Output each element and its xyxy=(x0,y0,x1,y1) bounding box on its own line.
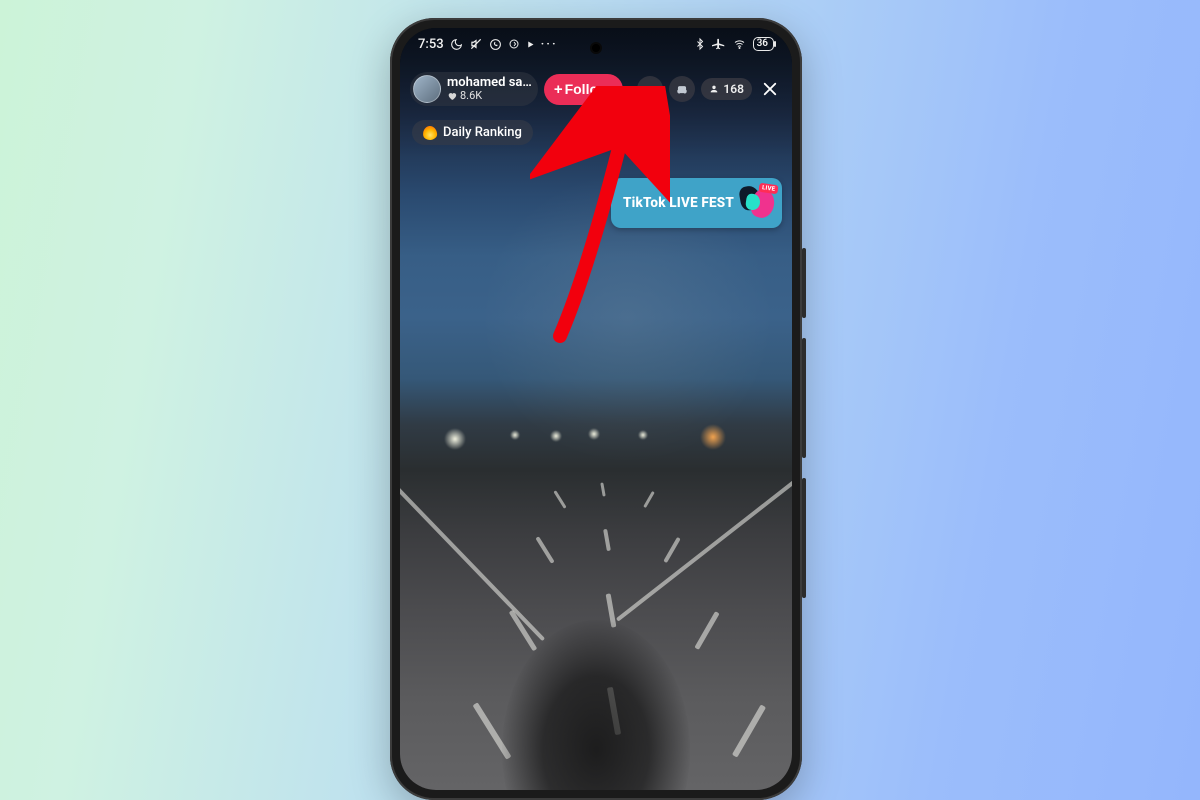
lane-marking xyxy=(694,611,719,650)
viewer-count: 168 xyxy=(723,82,744,96)
road-edge-line xyxy=(616,458,792,621)
phone-volume-down xyxy=(802,478,806,598)
ranking-label: Daily Ranking xyxy=(443,125,522,140)
mute-icon xyxy=(469,37,483,51)
more-notifications-icon: ··· xyxy=(541,37,558,52)
fest-label: TikTok LIVE FEST xyxy=(623,195,734,211)
headlight-glow xyxy=(444,428,466,450)
phone-volume-up xyxy=(802,338,806,458)
phone-frame: 7:53 ··· xyxy=(390,18,802,800)
daily-ranking-chip[interactable]: Daily Ranking xyxy=(412,120,533,145)
bluetooth-icon xyxy=(694,37,706,51)
lane-marking xyxy=(553,490,566,509)
wifi-icon xyxy=(732,38,747,50)
likes-count: 8.6K xyxy=(460,90,482,102)
avatar xyxy=(413,75,441,103)
lane-marking xyxy=(535,536,554,564)
person-icon xyxy=(709,84,719,94)
guest-seat-1[interactable] xyxy=(637,76,663,102)
guest-seat-2[interactable] xyxy=(669,76,695,102)
fest-artwork-icon: LIVE xyxy=(740,186,774,220)
screen: 7:53 ··· xyxy=(400,28,792,790)
sync-icon xyxy=(508,38,520,50)
headlight-glow xyxy=(550,430,562,442)
close-button[interactable] xyxy=(758,77,782,101)
headlight-glow xyxy=(588,428,600,440)
fire-icon xyxy=(422,125,437,140)
airplane-mode-icon xyxy=(712,37,726,51)
battery-level: 36 xyxy=(757,39,768,49)
battery-indicator: 36 xyxy=(753,37,774,51)
tiktok-live-fest-banner[interactable]: TikTok LIVE FEST LIVE xyxy=(611,178,782,228)
phone-side-button xyxy=(802,248,806,318)
plus-icon: + xyxy=(554,81,563,98)
status-time: 7:53 xyxy=(418,37,444,52)
lane-marking xyxy=(663,537,680,563)
road-edge-line xyxy=(400,459,545,642)
follow-button[interactable]: + Follow xyxy=(544,74,623,105)
lane-marking xyxy=(732,704,766,757)
status-bar: 7:53 ··· xyxy=(400,28,792,60)
heart-icon xyxy=(447,91,457,101)
headlight-glow xyxy=(510,430,520,440)
streamer-chip[interactable]: mohamed sa… 8.6K xyxy=(410,72,538,106)
streamer-name: mohamed sa… xyxy=(447,76,532,90)
follow-label: Follow xyxy=(565,81,609,97)
lane-marking xyxy=(603,529,611,551)
live-header: mohamed sa… 8.6K + Follow xyxy=(410,72,782,106)
headlight-glow xyxy=(638,430,648,440)
dnd-moon-icon xyxy=(450,38,463,51)
whatsapp-icon xyxy=(489,38,502,51)
headlight-glow xyxy=(700,424,726,450)
lane-marking xyxy=(600,482,605,496)
play-icon xyxy=(526,40,535,49)
lane-marking xyxy=(643,491,655,508)
viewer-count-chip[interactable]: 168 xyxy=(701,78,752,100)
